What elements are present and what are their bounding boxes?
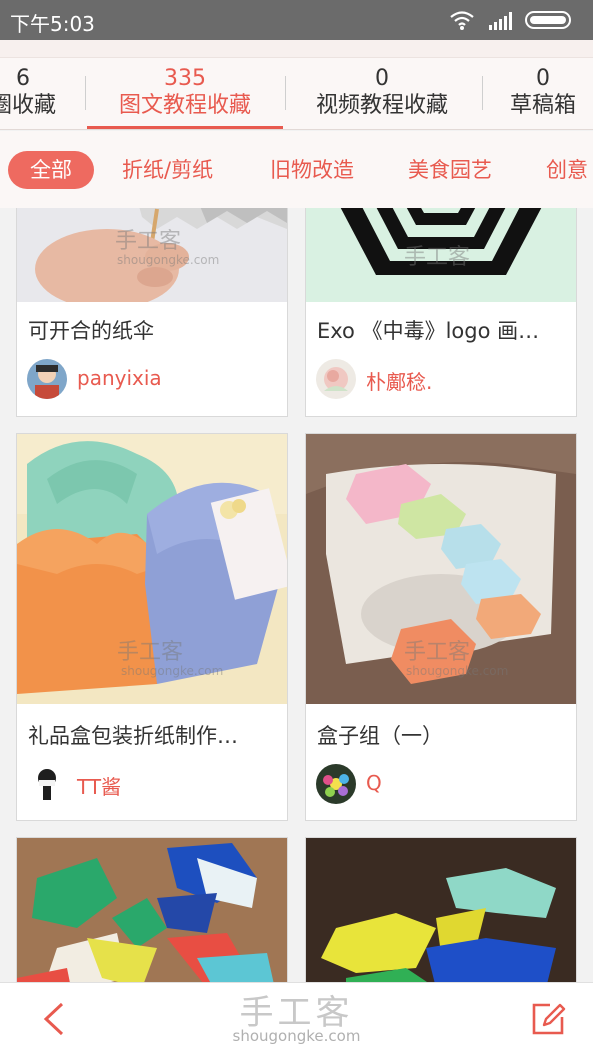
header-strip	[0, 40, 593, 58]
category-upcycle[interactable]: 旧物改造	[270, 151, 354, 189]
tutorial-thumbnail: 手工客 shougongke.com	[17, 208, 287, 302]
collection-tabs: 6 圈收藏 335 图文教程收藏 0 视频教程收藏 0 草稿箱	[0, 58, 593, 130]
watermark: shougongke.com	[121, 664, 224, 678]
tutorial-thumbnail: 手工客	[306, 208, 576, 302]
tab-label: 圈收藏	[0, 93, 56, 118]
tab-circle-collection[interactable]: 6 圈收藏	[0, 66, 68, 120]
brand-url: shougongke.com	[232, 1027, 361, 1045]
tab-count: 0	[375, 66, 389, 91]
watermark: shougongke.com	[406, 664, 509, 678]
author-name: TT酱	[77, 775, 122, 799]
category-papercraft[interactable]: 折纸/剪纸	[122, 151, 213, 189]
wifi-icon	[450, 11, 474, 26]
tab-label: 视频教程收藏	[315, 93, 448, 118]
status-bar: 下午5:03	[0, 0, 593, 40]
watermark: 手工客	[115, 229, 182, 254]
avatar	[316, 359, 356, 399]
author-name: panyixia	[77, 366, 162, 390]
tab-divider	[85, 76, 86, 110]
watermark: 手工客	[117, 640, 184, 665]
tutorial-thumbnail	[306, 838, 576, 982]
author-name: 朴鄺稔.	[366, 370, 433, 394]
tutorial-title: Exo 《中毒》logo 画…	[317, 319, 540, 343]
watermark: 手工客	[404, 245, 471, 270]
tutorial-thumbnail: 手工客 shougongke.com	[17, 434, 287, 704]
tutorial-thumbnail	[17, 838, 287, 982]
tutorial-card[interactable]	[16, 837, 288, 982]
watermark: 手工客	[404, 640, 471, 665]
tutorial-card[interactable]	[305, 837, 577, 982]
tab-label: 草稿箱	[509, 93, 576, 118]
tutorial-grid: 手工客 shougongke.com 可开合的纸伞 panyixia 手工客 E…	[0, 208, 593, 982]
tab-divider	[285, 76, 286, 110]
battery-icon	[525, 11, 571, 29]
tutorial-card[interactable]: 手工客 shougongke.com 可开合的纸伞 panyixia	[16, 208, 288, 417]
tab-count: 335	[164, 66, 206, 91]
category-filter-bar: 全部 折纸/剪纸 旧物改造 美食园艺 创意	[0, 131, 593, 208]
category-all[interactable]: 全部	[8, 151, 94, 189]
tutorial-card[interactable]: 手工客 shougongke.com 礼品盒包装折纸制作… TT酱	[16, 433, 288, 821]
tab-count: 0	[536, 66, 550, 91]
avatar	[316, 764, 356, 804]
tutorial-title: 可开合的纸伞	[28, 319, 154, 343]
status-time: 下午5:03	[10, 12, 95, 36]
wifi-signal-battery-icons	[450, 11, 571, 30]
tab-drafts[interactable]: 0 草稿箱	[496, 66, 590, 120]
tutorial-card[interactable]: 手工客 shougongke.com 盒子组（一） Q	[305, 433, 577, 821]
active-tab-indicator	[87, 126, 283, 129]
tab-video-collection[interactable]: 0 视频教程收藏	[292, 66, 472, 120]
signal-icon	[489, 12, 512, 30]
tab-count: 6	[16, 66, 30, 91]
tutorial-thumbnail: 手工客 shougongke.com	[306, 434, 576, 704]
edit-icon	[532, 1003, 566, 1035]
tutorial-title: 礼品盒包装折纸制作…	[28, 724, 238, 748]
avatar	[27, 359, 67, 399]
author-name: Q	[366, 771, 382, 795]
avatar	[27, 764, 67, 804]
category-creative[interactable]: 创意	[546, 151, 588, 189]
edit-button[interactable]	[528, 999, 568, 1039]
tutorial-card[interactable]: 手工客 Exo 《中毒》logo 画… 朴鄺稔.	[305, 208, 577, 417]
tab-label: 图文教程收藏	[118, 93, 251, 118]
status-icons	[449, 8, 581, 32]
category-food-garden[interactable]: 美食园艺	[408, 151, 492, 189]
watermark: shougongke.com	[117, 253, 220, 267]
tab-divider	[482, 76, 483, 110]
tab-article-collection[interactable]: 335 图文教程收藏	[90, 66, 280, 120]
bottom-bar: 手工客 shougongke.com	[0, 982, 593, 1054]
tutorial-title: 盒子组（一）	[317, 724, 443, 748]
